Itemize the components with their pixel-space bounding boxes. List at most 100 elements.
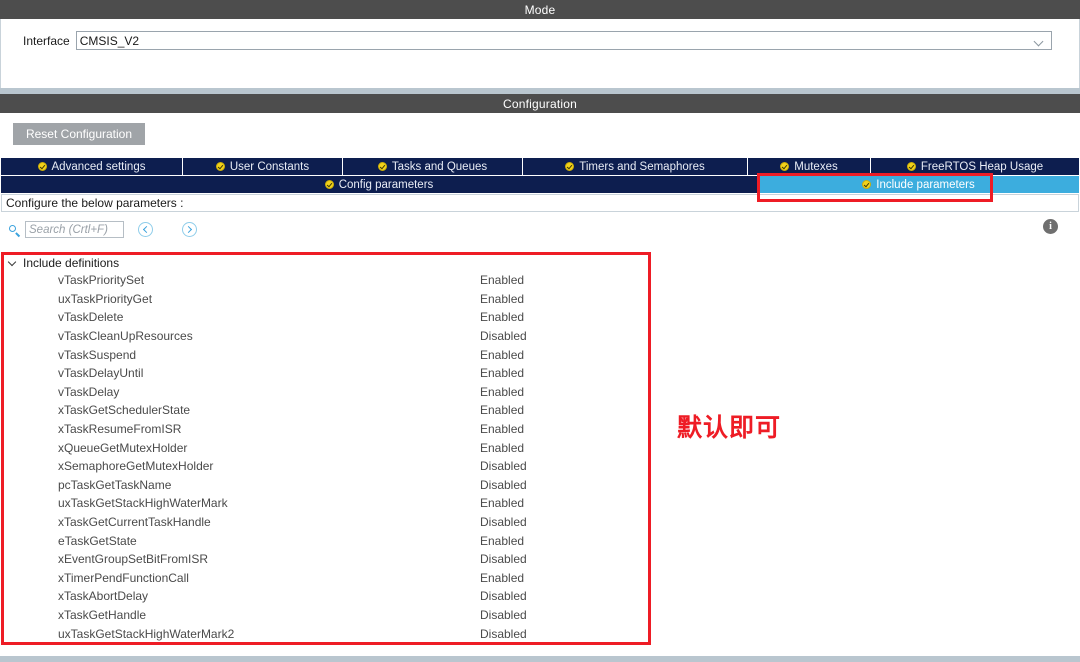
check-circle-icon bbox=[862, 180, 872, 189]
parameter-row[interactable]: xTaskResumeFromISR Enabled bbox=[0, 420, 1080, 439]
parameter-value[interactable]: Enabled bbox=[480, 422, 524, 436]
tab-mutexes[interactable]: Mutexes bbox=[748, 158, 871, 175]
info-icon[interactable]: i bbox=[1043, 219, 1058, 234]
parameter-value[interactable]: Enabled bbox=[480, 310, 524, 324]
parameter-value[interactable]: Enabled bbox=[480, 385, 524, 399]
parameter-name: xSemaphoreGetMutexHolder bbox=[58, 459, 214, 474]
parameter-value[interactable]: Disabled bbox=[480, 459, 527, 473]
parameter-value[interactable]: Disabled bbox=[480, 478, 527, 492]
parameter-name: xEventGroupSetBitFromISR bbox=[58, 552, 209, 567]
parameter-name: pcTaskGetTaskName bbox=[58, 477, 172, 492]
tab-label: Tasks and Queues bbox=[391, 160, 488, 173]
parameter-name: vTaskDelete bbox=[58, 310, 124, 325]
parameter-name: xQueueGetMutexHolder bbox=[58, 440, 188, 455]
check-circle-icon bbox=[215, 162, 225, 171]
search-toolbar bbox=[0, 217, 1080, 247]
check-circle-icon bbox=[906, 162, 916, 171]
configuration-panel: Reset Configuration Advanced settings Use… bbox=[0, 113, 1080, 656]
parameter-name: vTaskDelayUntil bbox=[58, 366, 144, 381]
parameter-name: xTaskGetSchedulerState bbox=[58, 403, 191, 418]
parameter-row[interactable]: xSemaphoreGetMutexHolder Disabled bbox=[0, 457, 1080, 476]
parameter-value[interactable]: Disabled bbox=[480, 627, 527, 641]
parameter-row[interactable]: uxTaskGetStackHighWaterMark2 Disabled bbox=[0, 624, 1080, 643]
tab-freertos-heap-usage[interactable]: FreeRTOS Heap Usage bbox=[871, 158, 1079, 175]
parameter-row[interactable]: vTaskDelayUntil Enabled bbox=[0, 364, 1080, 383]
search-input[interactable] bbox=[25, 221, 124, 238]
parameter-row[interactable]: xTaskGetSchedulerState Enabled bbox=[0, 401, 1080, 420]
parameter-row[interactable]: vTaskDelay Enabled bbox=[0, 383, 1080, 402]
tab-tasks-and-queues[interactable]: Tasks and Queues bbox=[343, 158, 523, 175]
parameter-row[interactable]: vTaskPrioritySet Enabled bbox=[0, 271, 1080, 290]
parameter-name: uxTaskGetStackHighWaterMark bbox=[58, 496, 228, 511]
tab-row-secondary: Config parameters Include parameters bbox=[1, 176, 1079, 193]
parameter-value[interactable]: Enabled bbox=[480, 292, 524, 306]
chevron-down-icon bbox=[8, 258, 18, 268]
parameter-row[interactable]: eTaskGetState Enabled bbox=[0, 531, 1080, 550]
parameter-name: xTaskGetHandle bbox=[58, 607, 147, 622]
parameter-value[interactable]: Enabled bbox=[480, 534, 524, 548]
tab-label: Mutexes bbox=[794, 160, 838, 173]
parameter-value[interactable]: Disabled bbox=[480, 589, 527, 603]
parameter-row[interactable]: xEventGroupSetBitFromISR Disabled bbox=[0, 550, 1080, 569]
tab-include-parameters[interactable]: Include parameters bbox=[758, 176, 1079, 193]
parameter-name: vTaskSuspend bbox=[58, 347, 137, 362]
check-circle-icon bbox=[377, 162, 387, 171]
parameter-value[interactable]: Disabled bbox=[480, 608, 527, 622]
configuration-section-header: Configuration bbox=[0, 94, 1080, 113]
parameter-row[interactable]: xTimerPendFunctionCall Enabled bbox=[0, 569, 1080, 588]
chevron-down-icon bbox=[1035, 38, 1044, 43]
parameter-row[interactable]: xQueueGetMutexHolder Enabled bbox=[0, 438, 1080, 457]
tab-label: User Constants bbox=[229, 160, 310, 173]
mode-section-header: Mode bbox=[0, 0, 1080, 19]
tab-label: FreeRTOS Heap Usage bbox=[920, 160, 1044, 173]
parameter-row[interactable]: uxTaskGetStackHighWaterMark Enabled bbox=[0, 494, 1080, 513]
tab-user-constants[interactable]: User Constants bbox=[183, 158, 343, 175]
tab-config-parameters[interactable]: Config parameters bbox=[1, 176, 758, 193]
tab-advanced-settings[interactable]: Advanced settings bbox=[1, 158, 183, 175]
parameter-name: xTaskResumeFromISR bbox=[58, 422, 182, 437]
interface-selected-value: CMSIS_V2 bbox=[79, 33, 140, 48]
parameter-name: uxTaskGetStackHighWaterMark2 bbox=[58, 626, 235, 641]
tree-group-include-definitions[interactable]: Include definitions bbox=[0, 254, 1080, 271]
parameter-name: xTimerPendFunctionCall bbox=[58, 570, 189, 585]
check-circle-icon bbox=[565, 162, 575, 171]
parameter-value[interactable]: Enabled bbox=[480, 496, 524, 510]
parameter-row[interactable]: vTaskDelete Enabled bbox=[0, 308, 1080, 327]
parameter-name: vTaskCleanUpResources bbox=[58, 329, 193, 344]
interface-select[interactable]: CMSIS_V2 bbox=[75, 31, 1052, 50]
parameter-row[interactable]: pcTaskGetTaskName Disabled bbox=[0, 476, 1080, 495]
parameter-name: vTaskPrioritySet bbox=[58, 273, 145, 288]
parameter-value[interactable]: Enabled bbox=[480, 366, 524, 380]
tab-row-primary: Advanced settings User Constants Tasks and… bbox=[1, 158, 1079, 175]
parameter-name: eTaskGetState bbox=[58, 533, 137, 548]
parameter-row[interactable]: xTaskAbortDelay Disabled bbox=[0, 587, 1080, 606]
parameter-value[interactable]: Disabled bbox=[480, 515, 527, 529]
tab-label: Timers and Semaphores bbox=[579, 160, 705, 173]
parameter-value[interactable]: Disabled bbox=[480, 552, 527, 566]
parameter-value[interactable]: Enabled bbox=[480, 441, 524, 455]
parameter-value[interactable]: Disabled bbox=[480, 329, 527, 343]
tab-timers-and-semaphores[interactable]: Timers and Semaphores bbox=[523, 158, 748, 175]
chevron-right-circle-icon[interactable] bbox=[182, 222, 197, 237]
check-circle-icon bbox=[324, 180, 334, 189]
parameter-value[interactable]: Enabled bbox=[480, 403, 524, 417]
chevron-left-circle-icon[interactable] bbox=[138, 222, 153, 237]
reset-configuration-button[interactable]: Reset Configuration bbox=[13, 123, 145, 145]
parameters-description: Configure the below parameters : bbox=[1, 194, 1079, 212]
parameter-row[interactable]: vTaskSuspend Enabled bbox=[0, 345, 1080, 364]
annotation-note: 默认即可 bbox=[677, 413, 782, 442]
parameter-row[interactable]: uxTaskPriorityGet Enabled bbox=[0, 290, 1080, 309]
parameter-name: xTaskGetCurrentTaskHandle bbox=[58, 515, 211, 530]
interface-row: Interface CMSIS_V2 bbox=[23, 31, 1052, 50]
tab-label: Config parameters bbox=[338, 178, 434, 191]
search-icon bbox=[9, 225, 22, 238]
parameter-value[interactable]: Enabled bbox=[480, 273, 524, 287]
parameter-row[interactable]: xTaskGetHandle Disabled bbox=[0, 606, 1080, 625]
bottom-divider bbox=[0, 656, 1080, 662]
check-circle-icon bbox=[37, 162, 47, 171]
parameter-value[interactable]: Enabled bbox=[480, 571, 524, 585]
configuration-title: Configuration bbox=[0, 94, 1080, 113]
parameter-value[interactable]: Enabled bbox=[480, 348, 524, 362]
parameter-row[interactable]: vTaskCleanUpResources Disabled bbox=[0, 327, 1080, 346]
parameter-row[interactable]: xTaskGetCurrentTaskHandle Disabled bbox=[0, 513, 1080, 532]
